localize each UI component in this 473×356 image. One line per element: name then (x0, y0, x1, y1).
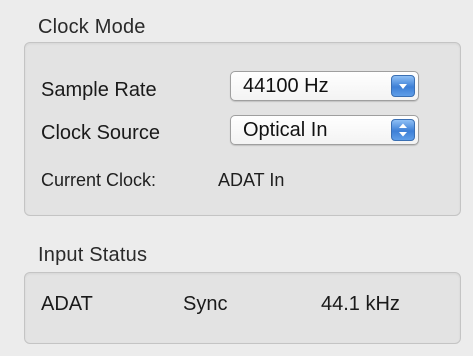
chevron-down-icon[interactable] (391, 75, 415, 97)
input-status-title: Input Status (38, 244, 148, 266)
clock-source-value: Optical In (243, 119, 328, 141)
input-name: ADAT (41, 293, 93, 315)
clock-source-select[interactable]: Optical In (230, 115, 419, 145)
up-down-chevron-icon[interactable] (391, 119, 415, 141)
clock-source-label: Clock Source (41, 122, 160, 144)
clock-mode-group: Sample Rate 44100 Hz Clock Source Optica… (24, 42, 461, 216)
input-status-group: ADAT Sync 44.1 kHz (24, 272, 461, 344)
clock-settings-window: Clock Mode Sample Rate 44100 Hz Clock So… (0, 0, 473, 356)
input-sample-rate: 44.1 kHz (321, 293, 400, 315)
sample-rate-value: 44100 Hz (243, 75, 329, 97)
sample-rate-label: Sample Rate (41, 79, 157, 101)
current-clock-label: Current Clock: (41, 170, 157, 190)
clock-mode-title: Clock Mode (38, 16, 146, 38)
sync-status: Sync (183, 293, 228, 315)
sample-rate-select[interactable]: 44100 Hz (230, 71, 419, 101)
current-clock-value: ADAT In (218, 170, 285, 190)
